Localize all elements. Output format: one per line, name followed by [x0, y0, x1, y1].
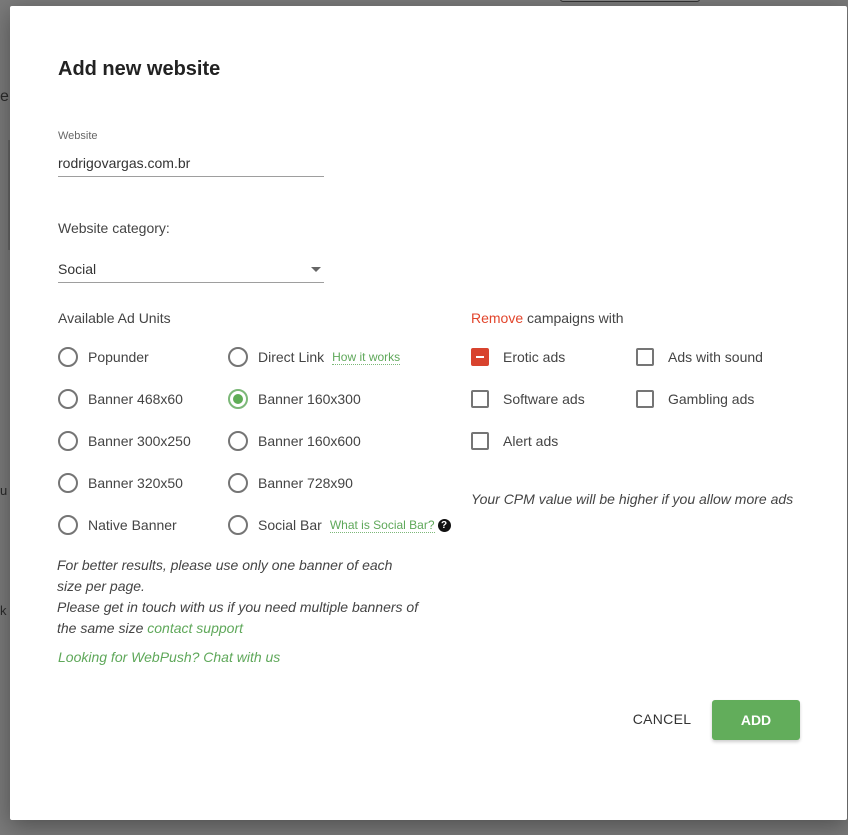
ad-unit-banner-160x600[interactable]: Banner 160x600	[228, 431, 361, 451]
ad-unit-label: Native Banner	[88, 517, 177, 533]
ad-unit-label: Social Bar	[258, 517, 322, 533]
ad-unit-banner-728x90[interactable]: Banner 728x90	[228, 473, 353, 493]
background-text-fragment: k	[0, 603, 7, 618]
chevron-down-icon	[311, 266, 321, 272]
dialog-title: Add new website	[58, 58, 221, 80]
radio-direct-link[interactable]	[228, 347, 248, 367]
checkbox-alert-ads[interactable]	[471, 432, 489, 450]
radio-popunder[interactable]	[58, 347, 78, 367]
filter-label: Gambling ads	[668, 391, 755, 407]
filter-alert-ads[interactable]: Alert ads	[471, 431, 558, 451]
radio-banner-728x90[interactable]	[228, 473, 248, 493]
radio-banner-468x60[interactable]	[58, 389, 78, 409]
ad-unit-label: Banner 728x90	[258, 475, 353, 491]
radio-social-bar[interactable]	[228, 515, 248, 535]
radio-banner-160x600[interactable]	[228, 431, 248, 451]
checkbox-ads-with-sound[interactable]	[636, 348, 654, 366]
note-line-2: Please get in touch with us if you need …	[57, 597, 419, 639]
ad-unit-label: Direct Link	[258, 349, 325, 365]
background-text-fragment: e	[0, 88, 9, 105]
filter-gambling-ads[interactable]: Gambling ads	[636, 389, 754, 409]
ad-unit-label: Banner 468x60	[88, 391, 183, 407]
what-is-social-bar-link[interactable]: What is Social Bar?	[329, 518, 435, 533]
add-button[interactable]: ADD	[712, 700, 800, 740]
question-circle-icon[interactable]: ?	[437, 518, 451, 532]
filter-erotic-ads[interactable]: Erotic ads	[471, 347, 565, 367]
background-button	[560, 0, 700, 2]
ad-unit-popunder[interactable]: Popunder	[58, 347, 149, 367]
radio-banner-320x50[interactable]	[58, 473, 78, 493]
category-label: Website category:	[58, 220, 170, 236]
ad-unit-label: Popunder	[88, 349, 149, 365]
ad-unit-banner-160x300[interactable]: Banner 160x300	[228, 389, 361, 409]
how-it-works-link[interactable]: How it works	[332, 350, 401, 365]
note-line-1: For better results, please use only one …	[57, 557, 393, 594]
filter-label: Alert ads	[503, 433, 559, 449]
ad-unit-social-bar[interactable]: Social Bar What is Social Bar? ?	[228, 515, 451, 535]
ad-unit-label: Banner 320x50	[88, 475, 183, 491]
filter-ads-with-sound[interactable]: Ads with sound	[636, 347, 763, 367]
ad-unit-label: Banner 160x600	[258, 433, 361, 449]
filter-software-ads[interactable]: Software ads	[471, 389, 585, 409]
category-select[interactable]: Social	[58, 256, 324, 283]
remove-campaigns-heading: Remove campaigns with	[471, 310, 624, 326]
radio-native-banner[interactable]	[58, 515, 78, 535]
website-field-label: Website	[58, 130, 98, 142]
checkbox-erotic-ads[interactable]	[471, 348, 489, 366]
ad-unit-direct-link[interactable]: Direct Link How it works	[228, 347, 401, 367]
webpush-chat-link[interactable]: Looking for WebPush? Chat with us	[58, 649, 280, 665]
filter-label: Erotic ads	[503, 349, 566, 365]
filter-label: Ads with sound	[668, 349, 763, 365]
checkbox-gambling-ads[interactable]	[636, 390, 654, 408]
filter-label: Software ads	[503, 391, 585, 407]
ad-unit-label: Banner 300x250	[88, 433, 191, 449]
remove-heading-rest: campaigns with	[523, 310, 624, 326]
background-text-fragment: u	[0, 483, 8, 498]
website-input[interactable]	[58, 150, 324, 177]
checkbox-software-ads[interactable]	[471, 390, 489, 408]
contact-support-link[interactable]: contact support	[147, 620, 243, 636]
radio-banner-160x300[interactable]	[228, 389, 248, 409]
add-website-dialog: Add new website Website Website category…	[10, 6, 847, 820]
banner-usage-note: For better results, please use only one …	[57, 555, 419, 639]
ad-units-heading: Available Ad Units	[58, 310, 171, 326]
ad-unit-native-banner[interactable]: Native Banner	[58, 515, 177, 535]
radio-banner-300x250[interactable]	[58, 431, 78, 451]
ad-unit-label: Banner 160x300	[258, 391, 361, 407]
ad-unit-banner-300x250[interactable]: Banner 300x250	[58, 431, 191, 451]
ad-unit-banner-320x50[interactable]: Banner 320x50	[58, 473, 183, 493]
cpm-note: Your CPM value will be higher if you all…	[471, 491, 794, 507]
cancel-button[interactable]: CANCEL	[624, 706, 700, 732]
remove-word: Remove	[471, 310, 524, 326]
category-selected-value: Social	[58, 261, 97, 277]
ad-unit-banner-468x60[interactable]: Banner 468x60	[58, 389, 183, 409]
